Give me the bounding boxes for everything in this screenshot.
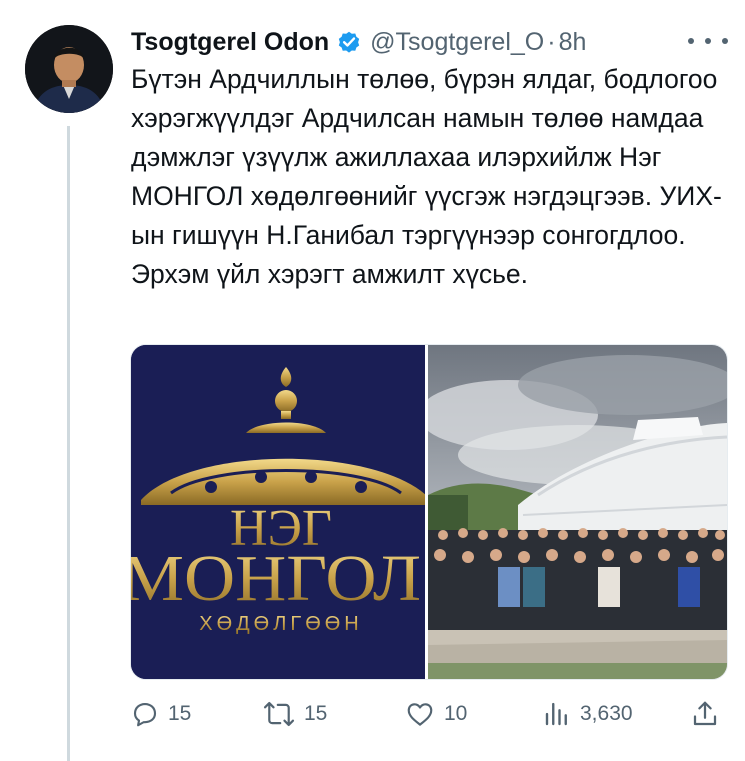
tweet-text: Бүтэн Ардчиллын төлөө, бүрэн ялдаг, бодл… bbox=[131, 64, 722, 289]
logo-line3: ХӨДӨЛГӨӨН bbox=[199, 613, 363, 635]
yurt-logo-icon: НЭГ МОНГОЛ ХӨДӨЛГӨӨН bbox=[131, 345, 425, 679]
author-name[interactable]: Tsogtgerel Odon bbox=[131, 28, 329, 57]
share-button[interactable] bbox=[690, 698, 728, 730]
separator-dot: · bbox=[547, 27, 556, 56]
reply-count: 15 bbox=[168, 702, 192, 725]
views-chart-icon bbox=[545, 702, 567, 726]
retweet-icon bbox=[263, 701, 295, 727]
group-photo-image bbox=[428, 345, 727, 679]
share-icon bbox=[693, 701, 717, 726]
action-bar: 15 15 10 3,630 bbox=[130, 698, 730, 730]
avatar[interactable] bbox=[25, 25, 113, 113]
group-photo[interactable] bbox=[428, 345, 727, 679]
heart-icon bbox=[407, 703, 433, 726]
retweet-count: 15 bbox=[304, 702, 328, 725]
retweet-button[interactable]: 15 bbox=[262, 698, 327, 730]
logo-line2: МОНГОЛ bbox=[131, 542, 421, 615]
tweet-time[interactable]: 8h bbox=[559, 28, 587, 57]
author-handle[interactable]: @Tsogtgerel_O bbox=[370, 28, 544, 57]
like-count: 10 bbox=[444, 702, 468, 725]
avatar-portrait bbox=[25, 25, 113, 113]
thread-line bbox=[67, 126, 70, 761]
views-count: 3,630 bbox=[580, 702, 633, 725]
views-button[interactable]: 3,630 bbox=[542, 698, 633, 730]
tweet-header: Tsogtgerel Odon @Tsogtgerel_O · 8h bbox=[131, 24, 586, 60]
reply-button[interactable]: 15 bbox=[130, 698, 191, 730]
logo-image[interactable]: НЭГ МОНГОЛ ХӨДӨЛГӨӨН bbox=[131, 345, 425, 679]
like-button[interactable]: 10 bbox=[404, 698, 467, 730]
media-grid: НЭГ МОНГОЛ ХӨДӨЛГӨӨН bbox=[130, 344, 728, 680]
verified-badge-icon bbox=[336, 29, 362, 55]
more-dots-icon[interactable] bbox=[688, 30, 728, 52]
reply-icon bbox=[133, 702, 157, 727]
